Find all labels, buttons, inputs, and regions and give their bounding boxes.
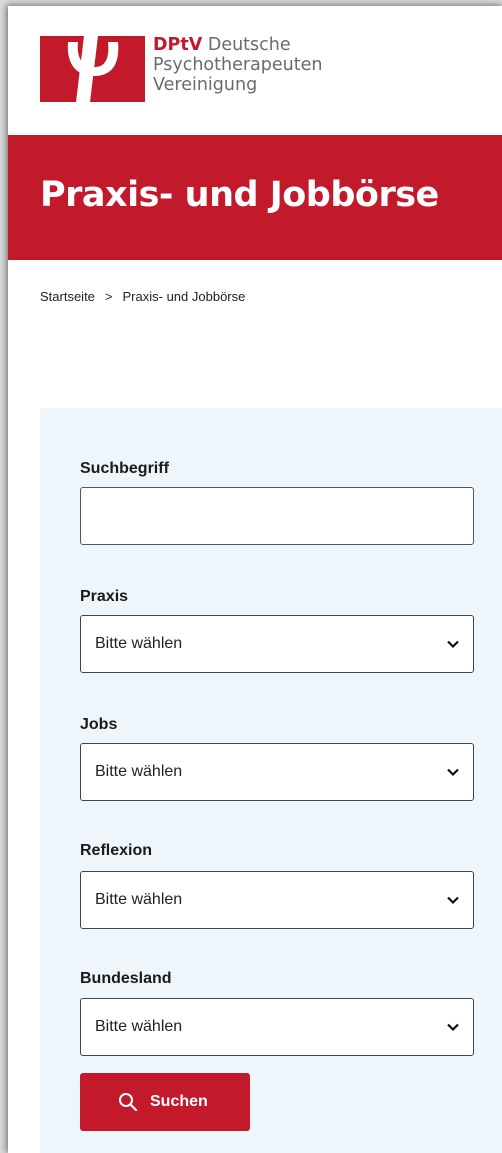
page-banner: Praxis- und Jobbörse (8, 135, 502, 260)
search-panel: Suchbegriff Praxis Bitte wählen Jobs Bit… (40, 408, 502, 1153)
praxis-select-value: Bitte wählen (95, 635, 183, 652)
search-icon (119, 1093, 138, 1112)
page-title: Praxis- und Jobbörse (40, 175, 439, 215)
bundesland-select[interactable]: Bitte wählen (80, 998, 474, 1056)
search-term-input[interactable] (80, 487, 474, 545)
chevron-down-icon (447, 768, 459, 777)
psi-logo-icon (40, 36, 145, 102)
reflexion-label: Reflexion (80, 842, 153, 859)
praxis-label: Praxis (80, 588, 129, 605)
reflexion-select-value: Bitte wählen (95, 891, 183, 908)
logo-text: DPtV Deutsche Psychotherapeuten Vereinig… (153, 35, 322, 95)
brand-line2: Psychotherapeuten (153, 55, 323, 75)
breadcrumb-home[interactable]: Startseite (40, 289, 95, 304)
brand-line3: Vereinigung (153, 75, 258, 95)
search-term-label: Suchbegriff (80, 460, 169, 477)
chevron-down-icon (447, 640, 459, 649)
bundesland-label: Bundesland (80, 970, 172, 987)
breadcrumb: Startseite > Praxis- und Jobbörse (40, 289, 245, 304)
jobs-select[interactable]: Bitte wählen (80, 743, 474, 801)
search-button[interactable]: Suchen (80, 1073, 250, 1131)
bundesland-select-value: Bitte wählen (95, 1018, 183, 1035)
page: DPtV Deutsche Psychotherapeuten Vereinig… (8, 6, 502, 1153)
brand-line1: Deutsche (207, 35, 291, 55)
chevron-down-icon (447, 1023, 459, 1032)
praxis-select[interactable]: Bitte wählen (80, 615, 474, 673)
brand-abbr: DPtV (153, 35, 203, 55)
search-button-label: Suchen (150, 1093, 208, 1110)
site-logo[interactable]: DPtV Deutsche Psychotherapeuten Vereinig… (40, 35, 322, 106)
chevron-down-icon (447, 896, 459, 905)
breadcrumb-current: Praxis- und Jobbörse (122, 289, 246, 304)
jobs-select-value: Bitte wählen (95, 763, 183, 780)
jobs-label: Jobs (80, 716, 118, 733)
reflexion-select[interactable]: Bitte wählen (80, 871, 474, 929)
breadcrumb-separator: > (104, 289, 113, 304)
